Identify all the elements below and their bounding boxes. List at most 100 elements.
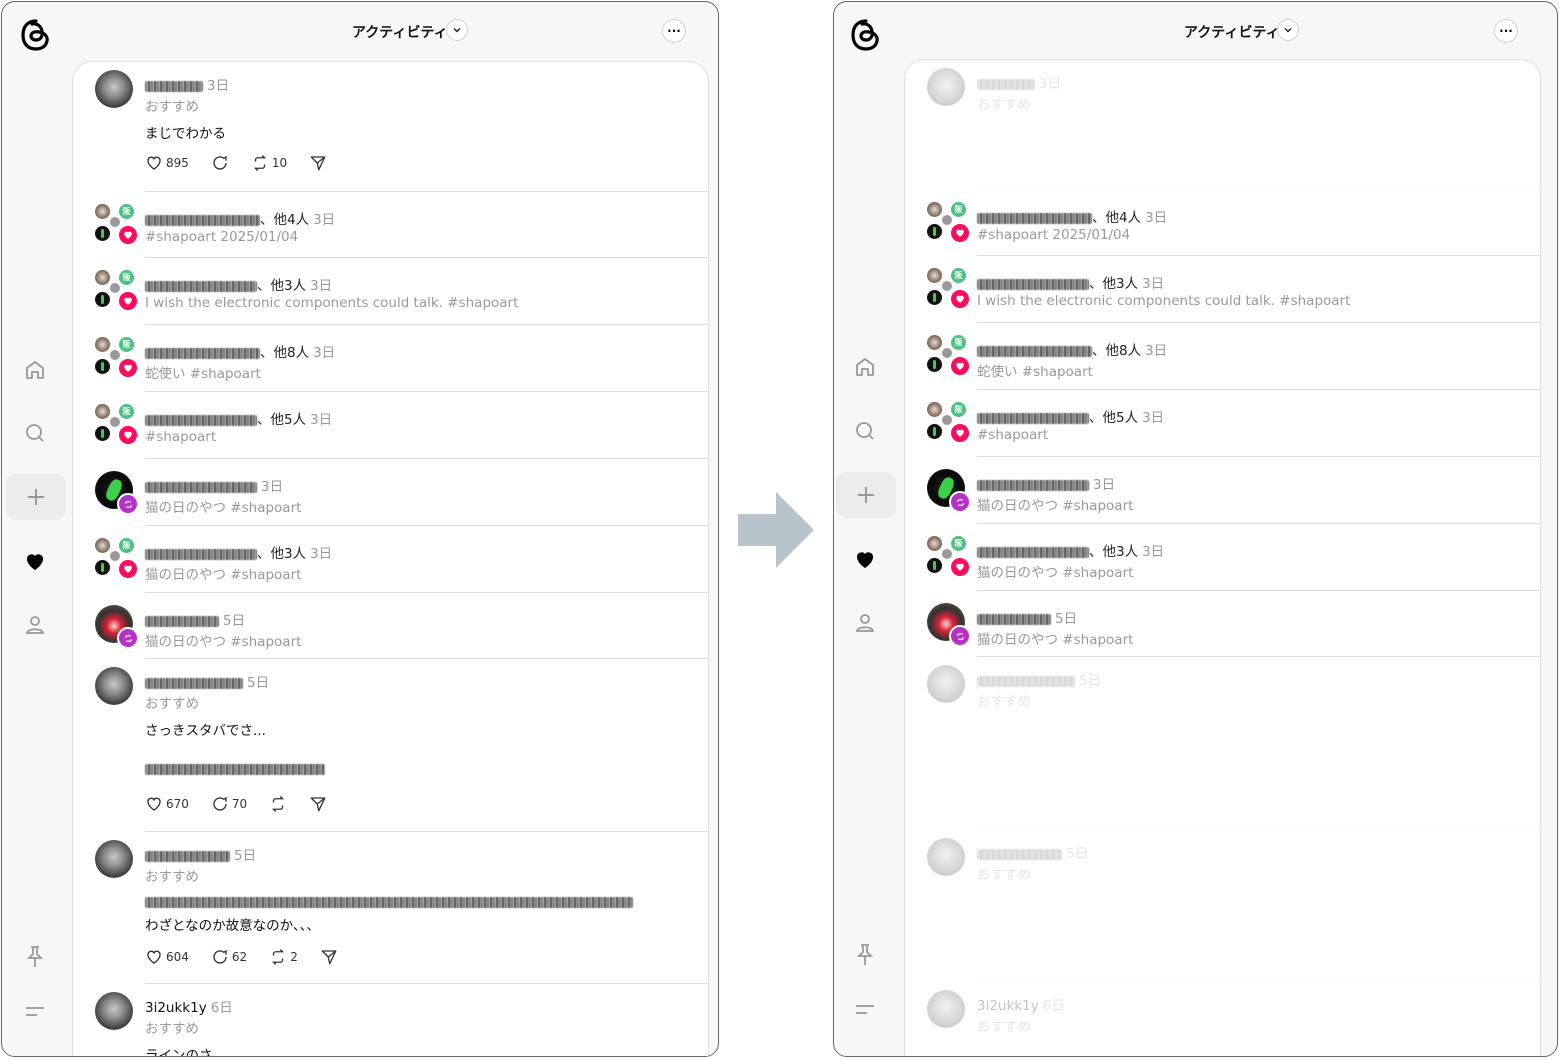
username-line[interactable]: 、他3人 3日 — [145, 274, 332, 294]
username-line[interactable]: 5日 — [977, 842, 1088, 862]
post-item[interactable]: 5日 おすすめ — [905, 657, 1540, 830]
repost-button[interactable]: 10 — [251, 154, 287, 172]
username-blurred[interactable] — [145, 850, 230, 862]
post-item[interactable]: 5日 おすすめ — [905, 830, 1540, 982]
nav-search[interactable] — [20, 418, 50, 448]
avatar-cluster[interactable]: 阪 — [927, 268, 971, 310]
username-line[interactable]: 5日 — [145, 609, 245, 629]
avatar[interactable] — [927, 665, 965, 703]
username-blurred[interactable] — [145, 414, 257, 426]
activity-item[interactable]: 阪、他5人 3日 #shapoart — [905, 390, 1540, 457]
avatar[interactable] — [927, 838, 965, 876]
username-line[interactable]: 3日 — [145, 74, 229, 94]
username-blurred[interactable] — [977, 78, 1035, 90]
activity-item[interactable]: 阪、他3人 3日 I wish the electronic components … — [73, 258, 708, 325]
like-button[interactable]: 604 — [145, 948, 189, 966]
username-blurred[interactable] — [145, 481, 257, 493]
title-dropdown-button[interactable] — [446, 19, 468, 41]
activity-item[interactable]: 5日 猫の日のやつ #shapoart — [905, 591, 1540, 657]
avatar[interactable] — [95, 667, 133, 705]
username-blurred[interactable] — [145, 615, 219, 627]
more-options-button[interactable]: ··· — [1494, 19, 1518, 43]
username-blurred[interactable] — [145, 347, 260, 359]
threads-logo-icon[interactable] — [16, 15, 56, 55]
username-blurred[interactable] — [145, 80, 203, 92]
username[interactable]: 3i2ukk1y — [977, 998, 1039, 1014]
username-line[interactable]: 5日 — [145, 671, 269, 691]
username-blurred[interactable] — [977, 479, 1089, 491]
username-blurred[interactable] — [977, 546, 1089, 558]
username-line[interactable]: 、他3人 3日 — [145, 542, 332, 562]
avatar-cluster[interactable]: 阪 — [95, 270, 139, 312]
nav-home[interactable] — [850, 352, 880, 382]
activity-item[interactable]: 阪、他8人 3日 蛇使い #shapoart — [905, 323, 1540, 390]
username-blurred[interactable] — [145, 677, 243, 689]
username-line[interactable]: 、他8人 3日 — [145, 341, 335, 361]
reply-button[interactable]: 70 — [211, 795, 247, 813]
username-blurred[interactable] — [977, 212, 1092, 224]
username-line[interactable]: 、他3人 3日 — [977, 272, 1164, 292]
activity-item[interactable]: 阪、他8人 3日 蛇使い #shapoart — [73, 325, 708, 392]
nav-menu[interactable] — [20, 996, 50, 1026]
avatar[interactable] — [927, 68, 965, 106]
activity-item[interactable]: 阪、他4人 3日 #shapoart 2025/01/04 — [905, 190, 1540, 256]
avatar-cluster[interactable]: 阪 — [927, 335, 971, 377]
activity-item[interactable]: 阪、他4人 3日 #shapoart 2025/01/04 — [73, 192, 708, 258]
username-line[interactable]: 3日 — [977, 473, 1115, 493]
reply-button[interactable]: 62 — [211, 948, 247, 966]
username-blurred[interactable] — [145, 548, 257, 560]
post-item[interactable]: 3i2ukk1y 6日 おすすめ — [905, 982, 1540, 1056]
activity-item[interactable]: 3日 猫の日のやつ #shapoart — [73, 459, 708, 526]
avatar-cluster[interactable]: 阪 — [95, 538, 139, 580]
username-line[interactable]: 、他4人 3日 — [977, 206, 1167, 226]
username-line[interactable]: 3日 — [145, 475, 283, 495]
activity-item[interactable]: 3日 猫の日のやつ #shapoart — [905, 457, 1540, 524]
nav-menu[interactable] — [850, 994, 880, 1024]
more-options-button[interactable]: ··· — [662, 19, 686, 43]
activity-item[interactable]: 5日 猫の日のやつ #shapoart — [73, 593, 708, 659]
post-item[interactable]: 5日 おすすめ さっきスタバでさ... 670 70 — [73, 659, 708, 832]
post-item[interactable]: 5日 おすすめ わざとなのか故意なのか、、、 604 62 2 — [73, 832, 708, 984]
share-button[interactable] — [309, 795, 327, 813]
username-line[interactable]: 3i2ukk1y 6日 — [145, 996, 233, 1016]
activity-item[interactable]: 阪、他3人 3日 猫の日のやつ #shapoart — [905, 524, 1540, 591]
username-blurred[interactable] — [977, 278, 1089, 290]
activity-item[interactable]: 阪、他3人 3日 I wish the electronic components … — [905, 256, 1540, 323]
reply-button[interactable] — [211, 154, 229, 172]
avatar[interactable] — [95, 992, 133, 1030]
avatar-cluster[interactable]: 阪 — [927, 536, 971, 578]
avatar-cluster[interactable]: 阪 — [927, 402, 971, 444]
username-blurred[interactable] — [977, 848, 1062, 860]
username-line[interactable]: 3日 — [977, 72, 1061, 92]
username-blurred[interactable] — [977, 675, 1075, 687]
nav-activity[interactable] — [20, 546, 50, 576]
nav-profile[interactable] — [20, 610, 50, 640]
nav-new-post[interactable] — [836, 472, 896, 518]
username-line[interactable]: 5日 — [977, 607, 1077, 627]
username-line[interactable]: 、他8人 3日 — [977, 339, 1167, 359]
username-blurred[interactable] — [145, 214, 260, 226]
username-line[interactable]: 、他4人 3日 — [145, 208, 335, 228]
nav-activity[interactable] — [850, 544, 880, 574]
avatar-cluster[interactable]: 阪 — [95, 204, 139, 246]
username-line[interactable]: 、他5人 3日 — [977, 406, 1164, 426]
nav-search[interactable] — [850, 416, 880, 446]
username-line[interactable]: 、他5人 3日 — [145, 408, 332, 428]
repost-button[interactable]: 2 — [269, 948, 298, 966]
nav-pin[interactable] — [850, 940, 880, 970]
nav-new-post[interactable] — [6, 474, 66, 520]
username-blurred[interactable] — [145, 280, 257, 292]
avatar[interactable] — [95, 70, 133, 108]
nav-pin[interactable] — [20, 942, 50, 972]
username-line[interactable]: 、他3人 3日 — [977, 540, 1164, 560]
share-button[interactable] — [309, 154, 327, 172]
like-button[interactable]: 670 — [145, 795, 189, 813]
username-line[interactable]: 5日 — [977, 669, 1101, 689]
like-button[interactable]: 895 — [145, 154, 189, 172]
activity-item[interactable]: 阪、他5人 3日 #shapoart — [73, 392, 708, 459]
username-blurred[interactable] — [977, 613, 1051, 625]
nav-profile[interactable] — [850, 608, 880, 638]
avatar-cluster[interactable]: 阪 — [95, 337, 139, 379]
repost-button[interactable] — [269, 795, 287, 813]
post-item[interactable]: 3日 おすすめ — [905, 60, 1540, 190]
